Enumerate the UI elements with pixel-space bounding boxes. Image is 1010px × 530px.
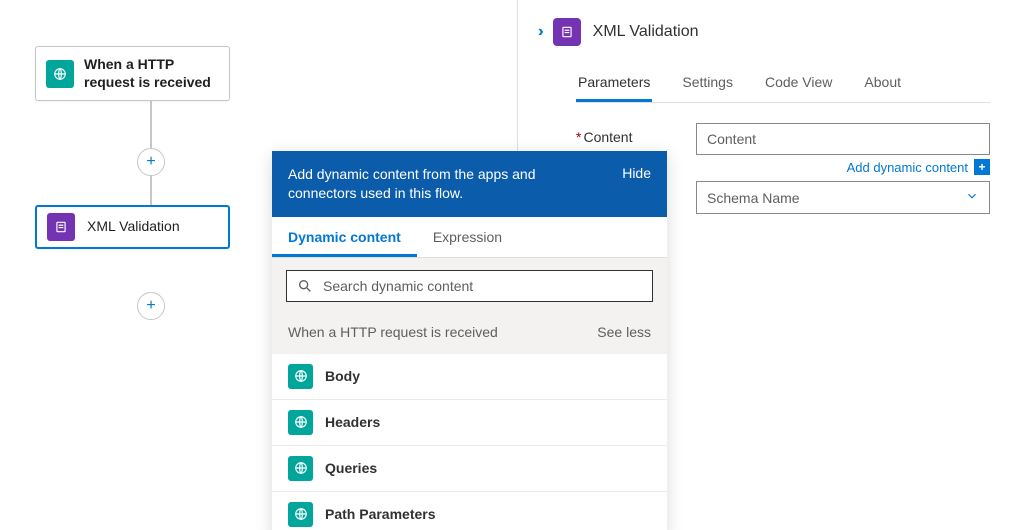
schema-name-select[interactable]: Schema Name xyxy=(696,181,990,214)
trigger-node-http-request[interactable]: When a HTTP request is received xyxy=(35,46,230,101)
tab-expression[interactable]: Expression xyxy=(417,217,518,257)
add-dynamic-content-link[interactable]: Add dynamic content + xyxy=(696,159,990,175)
http-request-icon xyxy=(288,410,313,435)
dc-item-label: Body xyxy=(325,368,360,384)
dc-item-label: Headers xyxy=(325,414,380,430)
schema-placeholder: Schema Name xyxy=(707,190,800,206)
tab-parameters[interactable]: Parameters xyxy=(576,64,652,102)
add-step-button[interactable]: + xyxy=(137,148,165,176)
add-step-button[interactable]: + xyxy=(137,292,165,320)
xml-validation-icon xyxy=(47,213,75,241)
xml-validation-icon xyxy=(553,18,581,46)
http-request-icon xyxy=(46,60,74,88)
dc-item-label: Path Parameters xyxy=(325,506,436,522)
http-request-icon xyxy=(288,364,313,389)
action-node-label: XML Validation xyxy=(85,218,180,236)
http-request-icon xyxy=(288,456,313,481)
tab-dynamic-content[interactable]: Dynamic content xyxy=(272,217,417,257)
group-title: When a HTTP request is received xyxy=(288,324,498,340)
designer-canvas: When a HTTP request is received + XML Va… xyxy=(0,0,518,530)
search-icon xyxy=(297,278,313,294)
dc-item-label: Queries xyxy=(325,460,377,476)
content-input[interactable] xyxy=(696,123,990,155)
tab-settings[interactable]: Settings xyxy=(680,64,735,102)
schema-field-label xyxy=(576,181,696,187)
details-tabs: Parameters Settings Code View About xyxy=(576,64,990,103)
action-node-xml-validation[interactable]: XML Validation xyxy=(35,205,230,249)
content-field-label: *Content xyxy=(576,123,696,145)
details-pane: ›› XML Validation Parameters Settings Co… xyxy=(518,0,1010,530)
tab-code-view[interactable]: Code View xyxy=(763,64,834,102)
chevron-down-icon xyxy=(965,189,979,206)
http-request-icon xyxy=(288,502,313,527)
details-title: XML Validation xyxy=(593,23,699,41)
add-dynamic-content-icon: + xyxy=(974,159,990,175)
tab-about[interactable]: About xyxy=(862,64,903,102)
expand-pane-button[interactable]: ›› xyxy=(538,23,539,41)
trigger-node-label: When a HTTP request is received xyxy=(84,56,219,91)
